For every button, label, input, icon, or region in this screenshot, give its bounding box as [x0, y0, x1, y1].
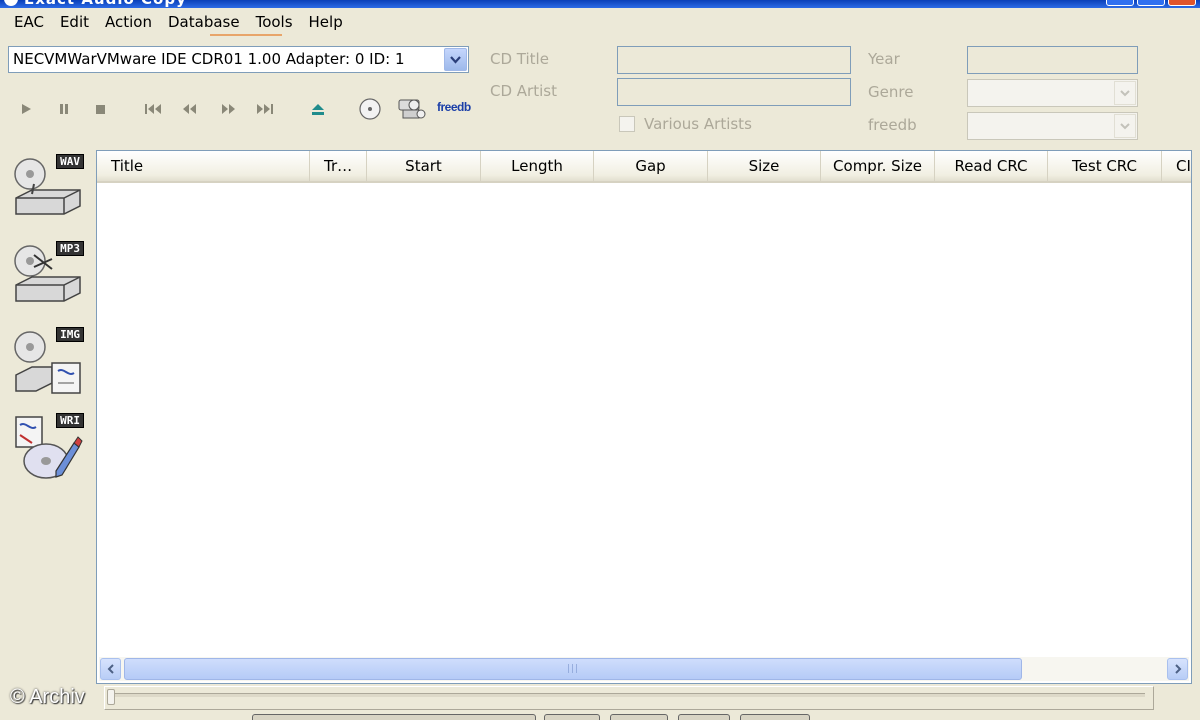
- column-read-crc[interactable]: Read CRC: [935, 151, 1048, 181]
- rewind-icon[interactable]: [178, 96, 202, 122]
- column-length[interactable]: Length: [481, 151, 594, 181]
- column-gap[interactable]: Gap: [594, 151, 708, 181]
- genre-label: Genre: [868, 83, 914, 101]
- cd-title-field[interactable]: [617, 46, 851, 74]
- write-cd-button[interactable]: WRI: [12, 413, 84, 483]
- img-tag: IMG: [56, 327, 84, 342]
- genre-select[interactable]: [967, 79, 1138, 107]
- close-button[interactable]: [1168, 0, 1196, 6]
- chevron-down-icon[interactable]: [1114, 114, 1136, 138]
- column-test-crc[interactable]: Test CRC: [1048, 151, 1162, 181]
- menu-tools[interactable]: Tools: [248, 8, 301, 36]
- copy-to-wav-button[interactable]: WAV: [12, 154, 84, 224]
- status-panel-2: [544, 714, 600, 720]
- title-bar: Exact Audio Copy: [0, 0, 1200, 8]
- various-artists-checkbox[interactable]: [619, 116, 635, 132]
- track-list[interactable]: Title Tr… Start Length Gap Size Compr. S…: [96, 150, 1192, 684]
- drive-select[interactable]: NECVMWarVMware IDE CDR01 1.00 Adapter: 0…: [8, 46, 469, 73]
- track-list-header: Title Tr… Start Length Gap Size Compr. S…: [97, 151, 1191, 183]
- drive-select-value: NECVMWarVMware IDE CDR01 1.00 Adapter: 0…: [13, 50, 405, 68]
- copy-image-button[interactable]: IMG: [12, 327, 84, 397]
- network-icon[interactable]: [396, 96, 428, 122]
- freedb-genre-label: freedb: [868, 116, 917, 134]
- previous-track-icon[interactable]: [142, 96, 166, 122]
- wri-tag: WRI: [56, 413, 84, 428]
- menu-eac[interactable]: EAC: [6, 8, 52, 36]
- cd-artist-field[interactable]: [617, 78, 851, 106]
- window-title: Exact Audio Copy: [24, 0, 187, 8]
- maximize-button[interactable]: [1137, 0, 1165, 6]
- copy-to-mp3-button[interactable]: MP3: [12, 241, 84, 311]
- play-icon[interactable]: [14, 96, 38, 122]
- app-icon: [4, 0, 18, 6]
- scroll-left-icon[interactable]: [100, 658, 121, 680]
- column-start[interactable]: Start: [367, 151, 481, 181]
- next-track-icon[interactable]: [252, 96, 276, 122]
- scroll-thumb[interactable]: |||: [124, 658, 1022, 680]
- slider-handle[interactable]: [107, 689, 115, 705]
- menu-database[interactable]: Database: [160, 8, 248, 36]
- menu-hover-indicator: [210, 34, 282, 36]
- column-title[interactable]: Title: [97, 151, 310, 181]
- menu-help[interactable]: Help: [301, 8, 351, 36]
- scroll-right-icon[interactable]: [1167, 658, 1188, 680]
- stop-icon[interactable]: [88, 96, 112, 122]
- position-slider[interactable]: [104, 686, 1154, 710]
- horizontal-scrollbar[interactable]: |||: [99, 657, 1189, 681]
- chevron-down-icon[interactable]: [1114, 81, 1136, 105]
- status-panel-4: [678, 714, 730, 720]
- cd-artist-label: CD Artist: [490, 82, 557, 100]
- column-compr-size[interactable]: Compr. Size: [821, 151, 935, 181]
- column-track[interactable]: Tr…: [310, 151, 367, 181]
- freedb-select[interactable]: [967, 112, 1138, 140]
- pause-icon[interactable]: [52, 96, 76, 122]
- minimize-button[interactable]: [1106, 0, 1134, 6]
- status-panel-1: [252, 714, 536, 720]
- slider-track: [111, 693, 1145, 697]
- status-panel-5: [740, 714, 810, 720]
- mp3-tag: MP3: [56, 241, 84, 256]
- chevron-down-icon[interactable]: [444, 48, 467, 71]
- menu-action[interactable]: Action: [97, 8, 160, 36]
- cd-title-label: CD Title: [490, 50, 549, 68]
- year-label: Year: [868, 50, 900, 68]
- eject-icon[interactable]: [306, 96, 330, 122]
- column-ci[interactable]: CI: [1162, 151, 1191, 181]
- window-controls: [1106, 0, 1196, 6]
- status-panel-3: [610, 714, 668, 720]
- year-field[interactable]: [967, 46, 1138, 74]
- menu-bar: EAC Edit Action Database Tools Help: [0, 8, 1200, 36]
- wav-tag: WAV: [56, 154, 84, 169]
- fast-forward-icon[interactable]: [216, 96, 240, 122]
- cd-info-icon[interactable]: [358, 96, 382, 122]
- watermark: © Archiv: [10, 686, 85, 708]
- column-size[interactable]: Size: [708, 151, 821, 181]
- freedb-icon[interactable]: freedb: [437, 100, 471, 114]
- various-artists-label: Various Artists: [644, 115, 752, 133]
- menu-edit[interactable]: Edit: [52, 8, 97, 36]
- status-bar: [0, 714, 1200, 720]
